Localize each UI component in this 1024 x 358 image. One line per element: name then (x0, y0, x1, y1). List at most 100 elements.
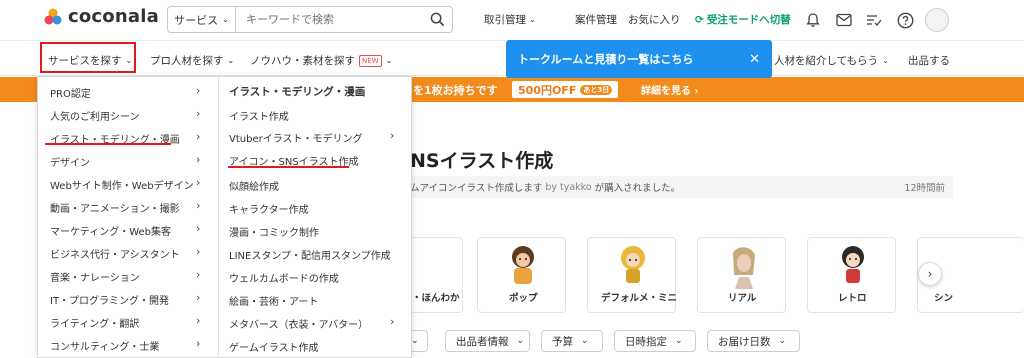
subcategory-heading: イラスト・モデリング・漫画 (229, 86, 366, 98)
notice-seller: by tyakko (545, 181, 592, 193)
mail-icon[interactable] (834, 10, 854, 30)
page-title: NSイラスト作成 (410, 150, 554, 172)
user-avatar[interactable] (925, 8, 949, 32)
category-item[interactable]: 動画・アニメーション・撮影 (50, 200, 180, 215)
subnav-sell-label: 出品する (908, 55, 950, 67)
search-button[interactable] (422, 7, 452, 32)
filter-seller-info-label: 出品者情報 (456, 335, 509, 348)
task-list-icon[interactable] (864, 10, 884, 30)
chevron-right-icon: › (927, 267, 933, 281)
chevron-right-icon: › (196, 245, 201, 258)
chevron-down-icon: ⌄ (411, 336, 419, 346)
subcategory-item[interactable]: 絵画・芸術・アート (229, 293, 318, 308)
category-item[interactable]: ビジネス代行・アシスタント (50, 246, 180, 261)
chevron-right-icon: › (196, 130, 201, 143)
nav-transactions[interactable]: 取引管理 ⌄ (484, 12, 536, 27)
filter-budget-label: 予算 (552, 335, 573, 348)
new-badge: NEW (359, 54, 382, 67)
retro-illustration-icon (842, 246, 864, 283)
close-icon[interactable]: ✕ (749, 52, 760, 67)
chevron-right-icon: › (196, 84, 201, 97)
tooltip-text: トークルームと見積り一覧はこちら (518, 53, 694, 66)
subcategory-item[interactable]: キャラクター作成 (229, 201, 309, 216)
chevron-right-icon: › (694, 86, 699, 97)
selected-underline (228, 166, 349, 168)
category-item[interactable]: コンサルティング・士業 (50, 338, 159, 353)
banner-text: を1枚お持ちです (413, 84, 498, 97)
chevron-right-icon: › (196, 314, 201, 327)
logo-text: coconala (68, 6, 159, 27)
subcategory-item[interactable]: 似顔絵作成 (229, 178, 279, 193)
filter-delivery-days-label: お届け日数 (718, 335, 771, 348)
notice-suffix: が購入されました。 (594, 183, 681, 194)
filter-delivery-days[interactable]: お届け日数 ⌄ (707, 330, 800, 352)
search-input[interactable] (236, 7, 422, 32)
style-label: デフォルメ・ミニ (601, 293, 678, 304)
dropdown-divider (218, 76, 219, 358)
chevron-right-icon: › (196, 153, 201, 166)
category-item[interactable]: 音楽・ナレーション (50, 269, 140, 284)
category-item[interactable]: 人気のご利用シーン (50, 108, 140, 123)
nav-favorites[interactable]: お気に入り (628, 12, 681, 27)
chevron-right-icon: › (196, 176, 201, 189)
notice-service[interactable]: ムアイコンイラスト作成します (410, 180, 542, 194)
chevron-down-icon: ⌄ (222, 15, 229, 24)
chevron-right-icon: › (196, 268, 201, 281)
filter-date[interactable]: 日時指定 ⌄ (614, 330, 696, 352)
subcategory-item[interactable]: ゲームイラスト作成 (229, 339, 319, 354)
subcategory-item[interactable]: イラスト作成 (229, 108, 289, 123)
category-item[interactable]: デザイン (50, 154, 90, 169)
search-category-select[interactable]: サービス ⌄ (168, 7, 236, 32)
subnav-referral[interactable]: 人材を紹介してもらう ⌄ (774, 53, 889, 68)
style-label: シン (934, 293, 954, 304)
search-icon (430, 12, 444, 27)
subnav-find-pros[interactable]: プロ人材を探す ⌄ (150, 53, 234, 68)
selected-underline (45, 143, 171, 145)
subcategory-item[interactable]: ウェルカムボードの作成 (229, 270, 339, 285)
carousel-next-button[interactable]: › (918, 262, 942, 286)
filter-seller-info[interactable]: 出品者情報 ⌄ (445, 330, 530, 352)
filter-budget[interactable]: 予算 ⌄ (541, 330, 603, 352)
search-category-label: サービス (174, 13, 219, 27)
subnav-referral-label: 人材を紹介してもらう (774, 55, 879, 67)
logo[interactable]: coconala (44, 6, 159, 27)
style-label: リアル (728, 293, 757, 304)
talkroom-tooltip: トークルームと見積り一覧はこちら ✕ (506, 40, 772, 78)
chevron-right-icon: › (196, 222, 201, 235)
chevron-right-icon: › (196, 107, 201, 120)
search-bar: サービス ⌄ (167, 6, 453, 33)
active-highlight-box (40, 42, 136, 73)
chevron-right-icon: › (390, 315, 395, 328)
chevron-down-icon: ⌄ (675, 336, 683, 346)
subnav-find-knowhow[interactable]: ノウハウ・素材を探す NEW ⌄ (250, 53, 392, 68)
subnav-find-knowhow-label: ノウハウ・素材を探す (250, 55, 355, 67)
chevron-down-icon: ⌄ (227, 56, 235, 65)
category-item[interactable]: マーケティング・Web集客 (50, 223, 171, 238)
subcategory-item[interactable]: メタバース（衣装・アバター） (229, 316, 368, 331)
mode-switch-button[interactable]: ⟳ 受注モードへ切替 (695, 12, 791, 27)
subnav-sell[interactable]: 出品する (908, 53, 950, 68)
subcategory-item[interactable]: 漫画・コミック制作 (229, 224, 319, 239)
nav-projects-label: 案件管理 (575, 14, 617, 26)
chevron-down-icon: ⌄ (516, 336, 525, 346)
filter-date-label: 日時指定 (625, 335, 667, 348)
notice-time: 12時間前 (904, 183, 945, 194)
subcategory-item[interactable]: Vtuberイラスト・モデリング (229, 130, 363, 145)
banner-details-link[interactable]: 詳細を見る › (641, 82, 699, 97)
category-item[interactable]: Webサイト制作・Webデザイン (50, 177, 194, 192)
chevron-down-icon: ⌄ (385, 56, 393, 65)
nav-projects[interactable]: 案件管理 (575, 12, 617, 27)
subnav-find-pros-label: プロ人材を探す (150, 55, 224, 67)
subcategory-item[interactable]: LINEスタンプ・配信用スタンプ作成 (229, 247, 391, 262)
coupon-amount: 500円OFF (518, 83, 577, 97)
category-item[interactable]: ライティング・翻訳 (50, 315, 139, 330)
category-item[interactable]: IT・プログラミング・開発 (50, 292, 169, 307)
chevron-right-icon: › (196, 291, 201, 304)
refresh-icon: ⟳ (695, 13, 704, 26)
notification-bell-icon[interactable] (803, 10, 823, 30)
pop-illustration-icon (512, 246, 534, 284)
category-item[interactable]: PRO認定 (50, 85, 91, 100)
chevron-down-icon: ⌄ (778, 336, 787, 346)
help-icon[interactable] (895, 10, 915, 30)
chevron-down-icon: ⌄ (529, 15, 536, 24)
